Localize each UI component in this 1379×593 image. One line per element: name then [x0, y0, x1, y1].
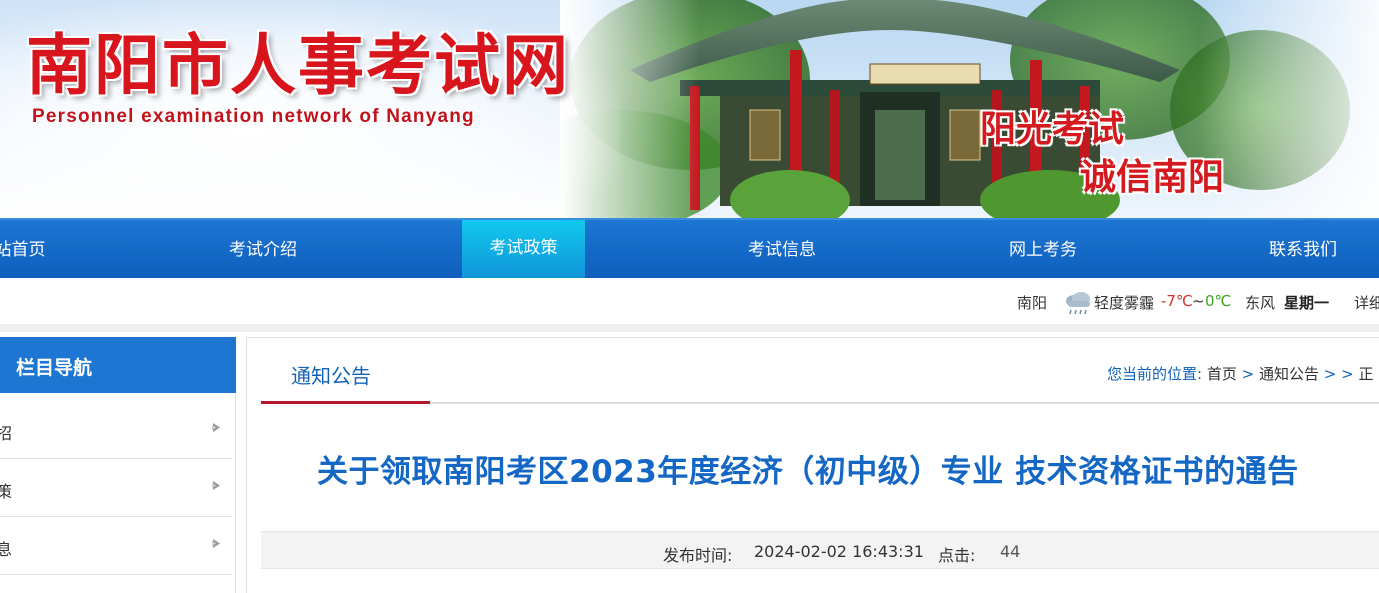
- nav-home[interactable]: 站首页: [0, 220, 60, 280]
- weather-tilde: ~: [1192, 292, 1205, 310]
- weather-detail-link[interactable]: 详细: [1354, 292, 1379, 313]
- weather-bar: 南阳 轻度雾霾 -7℃ ~ 0℃ 东风 星期一 详细: [0, 278, 1379, 324]
- arrow-right-icon: [212, 539, 220, 548]
- weather-condition: 轻度雾霾: [1094, 294, 1155, 312]
- breadcrumb-current: 正: [1358, 365, 1374, 383]
- sidebar-item-3[interactable]: 息: [0, 517, 232, 575]
- article-meta: 发布时间: 2024-02-02 16:43:31 点击: 44: [261, 531, 1379, 569]
- breadcrumb-prefix: 您当前的位置:: [1107, 365, 1203, 383]
- weather-city: 南阳: [1017, 294, 1048, 312]
- breadcrumb: 您当前的位置: 首页 > 通知公告 > > 正: [1107, 363, 1374, 384]
- nav-exam-policy[interactable]: 考试政策: [462, 220, 585, 280]
- main-content: 通知公告 您当前的位置: 首页 > 通知公告 > > 正 关于领取南阳考区202…: [246, 337, 1379, 593]
- sidebar-item-label: 息: [0, 540, 13, 559]
- sidebar-item-label: 策: [0, 482, 13, 501]
- sidebar: 栏目导航 招 策 息: [0, 337, 236, 593]
- sidebar-item-1[interactable]: 招: [0, 401, 232, 459]
- main-nav: 站首页 考试介绍 考试政策 考试信息 网上考务 联系我们: [0, 218, 1379, 280]
- sidebar-title: 栏目导航: [16, 357, 93, 379]
- breadcrumb-separator: >: [1323, 365, 1337, 383]
- breadcrumb-section[interactable]: 通知公告: [1259, 365, 1319, 383]
- weather-low: -7℃: [1161, 292, 1193, 310]
- nav-contact[interactable]: 联系我们: [1243, 220, 1363, 280]
- site-banner: 南阳市人事考试网 Personnel examination network o…: [0, 0, 1379, 218]
- pavilion-image: [560, 0, 1379, 218]
- section-divider: [0, 324, 1379, 332]
- arrow-right-icon: [212, 423, 220, 432]
- tab-notices[interactable]: 通知公告: [291, 360, 371, 389]
- breadcrumb-separator: >: [1241, 365, 1255, 383]
- publish-time: 2024-02-02 16:43:31: [754, 542, 924, 561]
- sidebar-item-label: 招: [0, 424, 13, 443]
- arrow-right-icon: [212, 481, 220, 490]
- site-subtitle: Personnel examination network of Nanyang: [32, 106, 475, 127]
- publish-label: 发布时间:: [663, 546, 733, 565]
- article-title: 关于领取南阳考区2023年度经济（初中级）专业 技术资格证书的通告: [317, 454, 1299, 490]
- clicks-count: 44: [1000, 542, 1021, 561]
- slogan-line-2: 诚信南阳: [1080, 157, 1225, 198]
- sidebar-item-2[interactable]: 策: [0, 459, 232, 517]
- nav-exam-intro[interactable]: 考试介绍: [203, 220, 323, 280]
- site-title: 南阳市人事考试网: [26, 27, 570, 104]
- slogan-line-1: 阳光考试: [980, 109, 1125, 150]
- tab-divider: [430, 402, 1379, 404]
- cloud-rain-icon: [1066, 292, 1090, 315]
- nav-exam-info[interactable]: 考试信息: [722, 220, 842, 280]
- weather-high: 0℃: [1205, 292, 1232, 310]
- nav-online-affairs[interactable]: 网上考务: [983, 220, 1103, 280]
- breadcrumb-separator: >: [1341, 365, 1354, 383]
- tab-active-underline: [261, 401, 430, 404]
- sidebar-header: 栏目导航: [0, 337, 236, 393]
- weather-wind: 东风: [1245, 294, 1276, 312]
- breadcrumb-home[interactable]: 首页: [1207, 365, 1237, 383]
- weather-weekday: 星期一: [1284, 294, 1330, 312]
- clicks-label: 点击:: [938, 546, 976, 565]
